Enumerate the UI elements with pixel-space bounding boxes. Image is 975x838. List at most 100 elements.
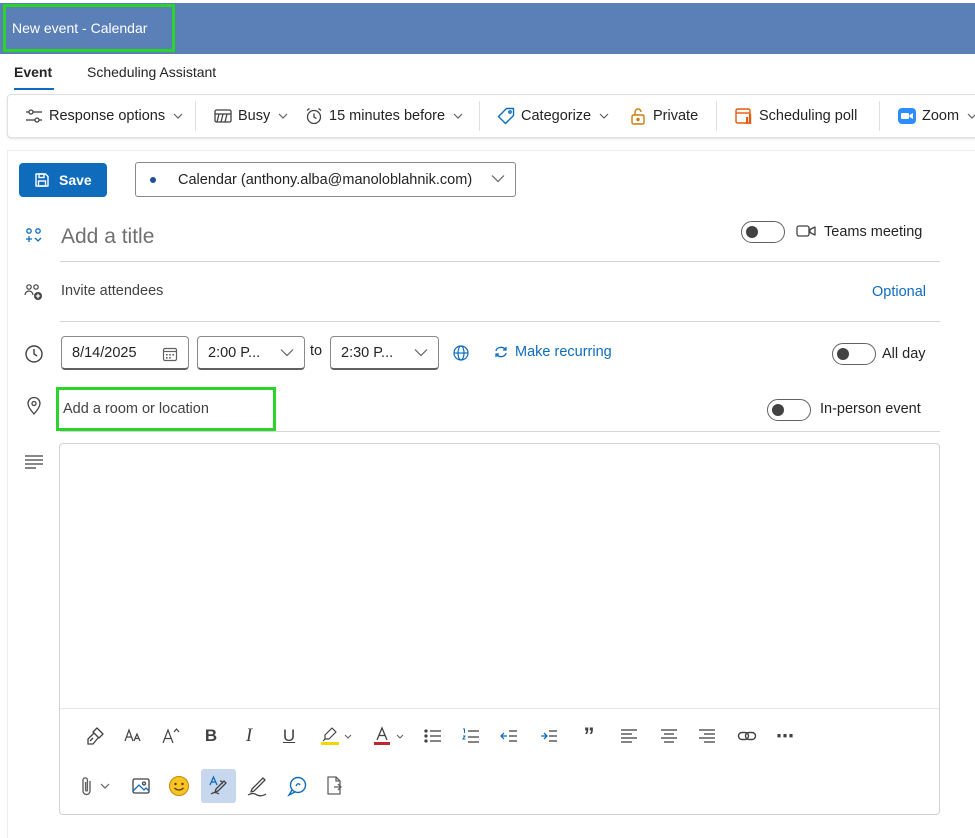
event-body-panel: B I U ” ⋯ [59, 443, 940, 815]
bulleted-list-icon [424, 729, 441, 743]
title-bar: New event - Calendar [0, 3, 975, 54]
insert-document-button[interactable] [322, 769, 348, 803]
start-date-value: 8/14/2025 [72, 344, 137, 361]
chevron-down-icon [173, 113, 183, 119]
to-label: to [310, 343, 323, 359]
numbering-button[interactable] [458, 722, 484, 750]
chevron-down-icon [967, 113, 975, 119]
optional-attendees-link[interactable]: Optional [872, 284, 926, 300]
all-day-toggle[interactable] [832, 343, 876, 365]
globe-icon[interactable] [452, 344, 470, 362]
private-label: Private [653, 108, 699, 124]
editor-button[interactable] [201, 769, 236, 803]
zoom-label: Zoom [922, 108, 960, 124]
save-button[interactable]: Save [19, 163, 107, 197]
highlight-button[interactable] [316, 722, 356, 750]
chevron-down-icon [100, 783, 109, 789]
toggle-knob [837, 348, 849, 360]
toggle-knob [746, 226, 758, 238]
bullets-button[interactable] [420, 722, 446, 750]
active-tab-indicator [14, 88, 54, 90]
quote-button[interactable]: ” [576, 722, 602, 750]
bold-button[interactable]: B [198, 722, 224, 750]
teams-meeting-label: Teams meeting [824, 224, 923, 240]
reminder-button[interactable]: 15 minutes before [304, 95, 463, 137]
add-people-icon [24, 284, 42, 300]
ribbon-divider [716, 101, 717, 131]
chevron-down-icon [396, 734, 404, 739]
event-title-input[interactable]: Add a title [61, 222, 661, 252]
start-time-dropdown[interactable]: 2:00 P... [197, 336, 305, 370]
row-divider [60, 261, 940, 262]
insert-picture-button[interactable] [128, 769, 154, 803]
align-center-button[interactable] [656, 722, 682, 750]
emoji-button[interactable] [166, 769, 192, 803]
tab-event[interactable]: Event [14, 64, 52, 80]
italic-button[interactable]: I [236, 722, 262, 750]
increase-indent-icon [541, 730, 557, 742]
align-right-button[interactable] [694, 722, 720, 750]
insert-link-button[interactable] [734, 722, 760, 750]
numbered-list-icon [462, 728, 479, 743]
align-left-button[interactable] [616, 722, 642, 750]
decrease-indent-button[interactable] [496, 722, 522, 750]
start-date-picker[interactable]: 8/14/2025 [61, 336, 189, 370]
response-options-label: Response options [49, 108, 166, 124]
zoom-button[interactable]: Zoom [897, 95, 975, 137]
video-camera-icon [796, 225, 816, 237]
all-day-label: All day [882, 346, 926, 362]
event-body-editor[interactable] [60, 444, 939, 706]
editor-icon [208, 775, 227, 795]
end-time-dropdown[interactable]: 2:30 P... [330, 336, 439, 370]
scheduling-poll-label: Scheduling poll [759, 108, 858, 124]
chat-bubble-icon [287, 776, 307, 797]
end-time-value: 2:30 P... [341, 344, 394, 361]
format-painter-button[interactable] [82, 722, 108, 750]
repeat-icon [495, 346, 507, 358]
chevron-down-icon [453, 113, 463, 119]
ribbon-toolbar: Response options Busy 15 minutes before … [7, 94, 975, 138]
document-arrow-icon [327, 776, 342, 795]
more-options-button[interactable]: ⋯ [772, 722, 798, 750]
save-label: Save [59, 172, 92, 188]
busy-status-label: Busy [238, 108, 271, 124]
location-pin-icon [27, 396, 41, 415]
calendar-color-dot [150, 176, 156, 183]
tab-scheduling-assistant[interactable]: Scheduling Assistant [87, 64, 216, 80]
make-recurring-button[interactable]: Make recurring [493, 344, 612, 360]
busy-status-icon [214, 109, 232, 123]
title-field-icon [26, 228, 42, 242]
grow-font-icon [162, 728, 180, 744]
scheduling-poll-button[interactable]: Scheduling poll [734, 95, 857, 137]
font-color-icon [374, 726, 390, 745]
copilot-button[interactable] [284, 769, 310, 803]
emoji-icon [169, 776, 189, 796]
attach-file-button[interactable] [74, 769, 114, 803]
calendar-dropdown-value: Calendar (anthony.alba@manoloblahnik.com… [178, 171, 473, 188]
response-options-button[interactable]: Response options [24, 95, 183, 137]
clock-icon [25, 345, 43, 363]
text-description-icon [25, 455, 43, 469]
calendar-icon [162, 347, 178, 362]
categorize-label: Categorize [521, 108, 592, 124]
teams-meeting-toggle[interactable] [741, 221, 785, 243]
in-person-event-label: In-person event [820, 401, 921, 417]
make-recurring-label: Make recurring [515, 344, 612, 360]
invite-attendees-input[interactable]: Invite attendees [61, 283, 163, 299]
increase-indent-button[interactable] [536, 722, 562, 750]
categorize-button[interactable]: Categorize [496, 95, 609, 137]
private-button[interactable]: Private [628, 95, 698, 137]
font-size-button[interactable] [120, 722, 146, 750]
calendar-dropdown[interactable]: Calendar (anthony.alba@manoloblahnik.com… [135, 162, 516, 197]
ribbon-divider [195, 101, 196, 131]
tag-icon [497, 107, 515, 125]
row-divider [60, 431, 940, 432]
busy-status-button[interactable]: Busy [213, 95, 288, 137]
font-color-button[interactable] [368, 722, 408, 750]
draw-button[interactable] [244, 769, 270, 803]
chevron-down-icon [280, 349, 294, 357]
location-input[interactable]: Add a room or location [56, 387, 276, 431]
underline-button[interactable]: U [276, 722, 302, 750]
in-person-event-toggle[interactable] [767, 399, 811, 421]
grow-font-button[interactable] [158, 722, 184, 750]
